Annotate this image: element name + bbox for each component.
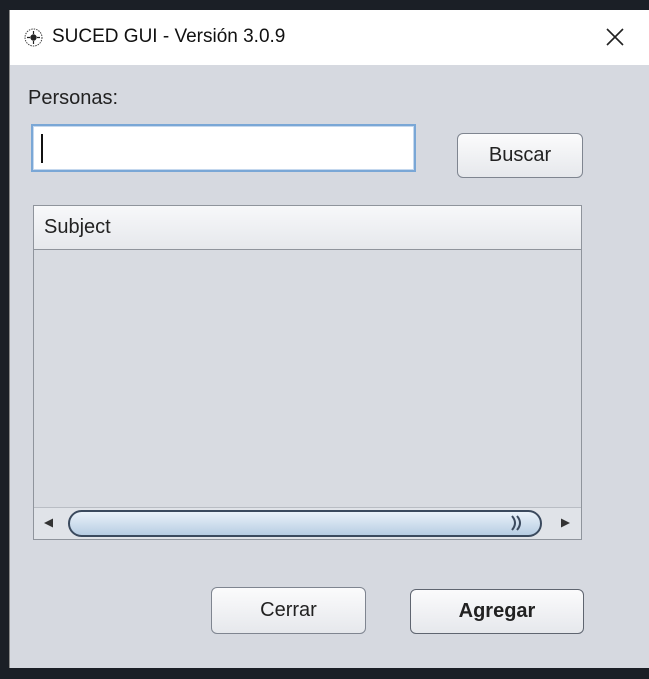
buscar-button[interactable]: Buscar [457,133,583,178]
scroll-right-button[interactable] [554,514,576,534]
title-bar: SUCED GUI - Versión 3.0.9 [10,10,649,65]
arrow-right-icon [559,515,571,533]
window-title: SUCED GUI - Versión 3.0.9 [52,26,286,47]
personas-label: Personas: [28,87,119,109]
horizontal-scrollbar[interactable] [34,507,581,539]
table-header: Subject [34,206,581,250]
dialog-window: SUCED GUI - Versión 3.0.9 Personas: Busc… [9,10,649,668]
arrow-left-icon [43,515,55,533]
table-body[interactable] [34,250,581,507]
agregar-button[interactable]: Agregar [410,589,584,634]
close-button[interactable] [600,24,630,54]
app-emblem-icon [24,28,43,47]
scroll-thumb[interactable] [68,510,542,537]
personas-search-input[interactable] [31,124,416,172]
cerrar-button[interactable]: Cerrar [211,587,366,634]
scroll-grip-icon [506,514,532,532]
column-header-subject[interactable]: Subject [44,216,111,239]
scroll-left-button[interactable] [38,514,60,534]
close-icon [606,27,624,51]
results-table: Subject [33,205,582,540]
text-caret [41,134,43,163]
